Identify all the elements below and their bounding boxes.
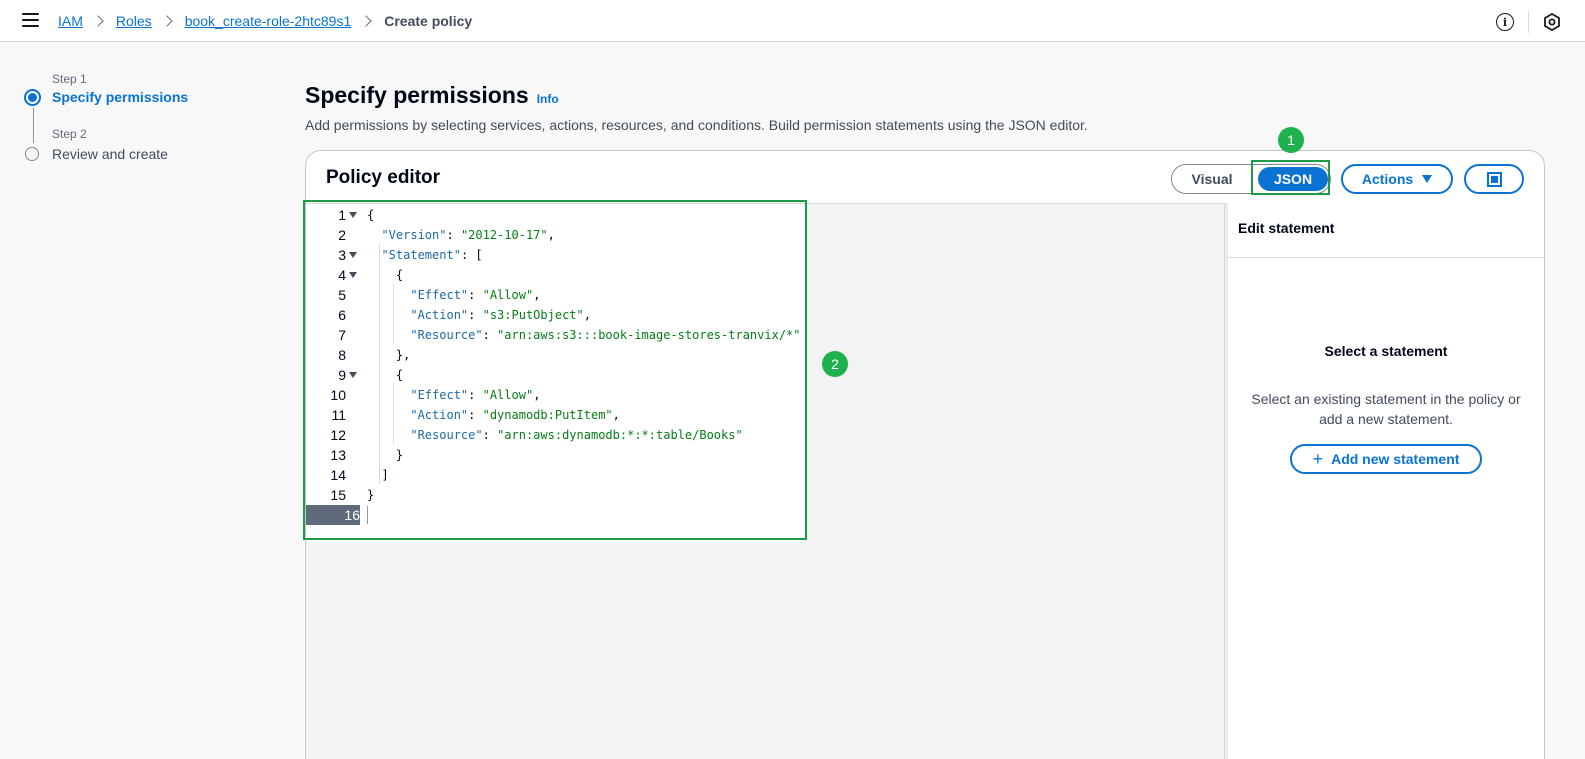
edit-statement-panel: Edit statement Select a statement Select… [1228, 203, 1544, 759]
actions-dropdown-button[interactable]: Actions [1341, 164, 1453, 194]
info-link[interactable]: Info [537, 92, 559, 106]
info-circle-icon[interactable]: i [1496, 13, 1514, 31]
step-2-label: Review and create [52, 146, 168, 162]
annotation-box-json [1251, 160, 1330, 195]
breadcrumb: IAM Roles book_create-role-2htc89s1 Crea… [58, 12, 472, 30]
annotation-marker-1: 1 [1278, 127, 1304, 153]
breadcrumb-role[interactable]: book_create-role-2htc89s1 [185, 13, 352, 29]
select-statement-title: Select a statement [1324, 343, 1448, 359]
add-new-statement-label: Add new statement [1331, 451, 1460, 467]
add-new-statement-button[interactable]: + Add new statement [1290, 444, 1482, 474]
step-connector [33, 108, 34, 143]
fullscreen-button[interactable] [1464, 164, 1524, 194]
step-inactive-icon [25, 147, 39, 161]
chevron-right-icon [161, 15, 173, 27]
step-1-number: Step 1 [52, 72, 87, 86]
step-2-number: Step 2 [52, 127, 87, 141]
step-1-label[interactable]: Specify permissions [52, 89, 188, 105]
step-active-icon [24, 88, 41, 106]
annotation-marker-2: 2 [822, 351, 848, 377]
policy-editor-title: Policy editor [326, 167, 441, 188]
select-statement-description: Select an existing statement in the poli… [1251, 391, 1521, 427]
annotation-box-editor [303, 200, 807, 540]
hexagon-settings-icon[interactable] [1543, 13, 1561, 31]
page-title: Specify permissions Info [305, 82, 559, 109]
plus-icon: + [1312, 449, 1324, 469]
page-description: Add permissions by selecting services, a… [305, 117, 1088, 133]
edit-statement-header: Edit statement [1228, 203, 1544, 258]
breadcrumb-roles[interactable]: Roles [116, 13, 152, 29]
wizard-steps: Step 1 Specify permissions Step 2 Review… [24, 72, 188, 165]
breadcrumb-iam[interactable]: IAM [58, 13, 83, 29]
breadcrumb-current: Create policy [384, 13, 473, 29]
chevron-right-icon [92, 15, 104, 27]
menu-icon[interactable] [22, 13, 39, 27]
chevron-right-icon [360, 15, 372, 27]
page-title-text: Specify permissions [305, 82, 529, 108]
fullscreen-icon [1486, 171, 1502, 187]
actions-label: Actions [1361, 171, 1414, 187]
divider [1528, 11, 1529, 33]
caret-down-icon [1422, 175, 1433, 183]
visual-mode-button[interactable]: Visual [1172, 165, 1252, 193]
top-navigation-bar: IAM Roles book_create-role-2htc89s1 Crea… [0, 0, 1585, 42]
